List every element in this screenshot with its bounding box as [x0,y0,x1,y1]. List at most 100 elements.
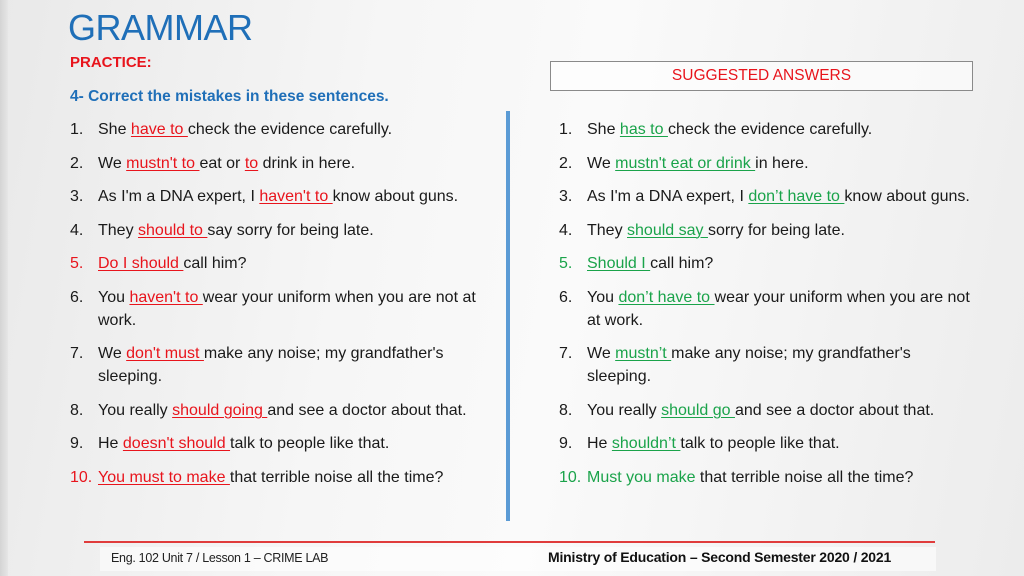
answer-text: You [587,288,619,306]
answer-text: He [587,435,612,452]
answer-number: 8. [559,401,573,419]
answer-number: 5. [559,255,573,272]
correction-highlight: mustn’t [615,345,672,362]
answer-text: in here. [755,154,809,172]
question-number: 8. [70,401,84,419]
answer-number: 3. [559,188,573,205]
answer-text: talk to people like that. [680,435,840,452]
answer-item: 8. You really should go and see a doctor … [559,399,979,422]
answer-item: 3. As I'm a DNA expert, I don’t have to k… [559,185,979,208]
suggested-answers-label: SUGGESTED ANSWERS [671,67,852,84]
answer-item: 1. She has to check the evidence carefull… [559,118,979,141]
answer-number: 2. [559,154,573,172]
question-number: 7. [70,345,84,362]
question-text: He [98,435,123,452]
mistake-highlight: You must to make [98,468,230,486]
question-item: 2. We mustn't to eat or to drink in here. [70,152,500,175]
question-text: say sorry for being late. [207,221,374,239]
question-text: We [98,345,127,362]
correction-highlight: should go [661,401,735,419]
practice-subtitle: PRACTICE: [70,54,152,71]
footer-course-label: Eng. 102 Unit 7 / Lesson 1 – CRIME LAB [111,551,329,565]
answer-item: 5. Should I call him? [559,252,979,275]
question-text: She [98,121,131,138]
answer-item: 4. They should say sorry for being late. [559,219,979,242]
mistake-highlight: Do I should [98,255,184,272]
question-text: and see a doctor about that. [267,401,467,419]
question-item: 7. We don't must make any noise; my grand… [70,342,500,388]
question-number: 1. [70,121,84,138]
correction-highlight: don’t have to [618,288,715,306]
column-divider [506,111,510,521]
answer-text: We [587,345,616,362]
answer-text: You really [587,401,662,419]
answer-item: 6. You don’t have to wear your uniform wh… [559,286,979,332]
question-text: You really [98,401,173,419]
question-item: 4. They should to say sorry for being lat… [70,219,500,242]
question-text: know about guns. [332,188,459,205]
page-title: GRAMMAR [68,7,253,48]
mistake-highlight: haven't to [259,188,333,205]
suggested-answers-header: SUGGESTED ANSWERS [550,61,973,91]
question-text: eat or [199,154,245,172]
footer-ministry-label: Ministry of Education – Second Semester … [548,549,892,565]
answer-text: know about guns. [844,188,970,205]
question-item: 1. She have to check the evidence careful… [70,118,500,141]
answer-text: and see a doctor about that. [734,401,935,419]
answer-text: She [587,121,620,138]
answer-text: check the evidence carefully. [667,121,873,138]
correction-highlight: Should I [587,255,651,272]
mistake-highlight: doesn't should [122,435,231,452]
question-text: drink in here. [258,154,356,172]
correction-highlight: mustn't eat or drink [615,154,756,172]
answer-text: that terrible noise all the time? [695,468,914,486]
mistake-highlight: mustn't to [126,154,200,172]
question-item: 8. You really should going and see a doct… [70,399,500,422]
mistake-highlight: should to [138,221,208,239]
question-item: 5. Do I should call him? [70,252,500,275]
answer-text: We [587,154,616,172]
question-text: We [98,154,127,172]
questions-list: 1. She have to check the evidence careful… [70,118,500,499]
correction-highlight: has to [619,121,668,138]
correction-highlight: Must you make [587,468,696,486]
answer-number: 7. [559,345,573,362]
question-item: 9. He doesn't should talk to people like … [70,432,500,455]
mistake-highlight: should going [172,401,268,419]
answer-text: sorry for being late. [707,221,845,239]
mistake-highlight: have to [130,121,188,138]
question-item: 3. As I'm a DNA expert, I haven't to know… [70,185,500,208]
correction-highlight: should say [627,221,708,239]
mistake-highlight: haven't to [129,288,203,306]
question-text: that terrible noise all the time? [229,468,444,486]
answer-item: 10. Must you make that terrible noise all… [559,466,979,489]
question-number: 4. [70,221,84,239]
question-text: call him? [183,255,247,272]
question-text: talk to people like that. [230,435,390,452]
question-number: 9. [70,435,84,452]
question-text: As I'm a DNA expert, I [98,188,260,205]
answer-number: 10. [559,468,582,486]
slide-left-edge [0,0,8,576]
question-number: 6. [70,288,84,306]
answers-list: 1. She has to check the evidence carefull… [559,118,979,499]
question-text: You [98,288,130,306]
answer-item: 7. We mustn’t make any noise; my grandfat… [559,342,979,388]
question-number: 5. [70,255,84,272]
answer-text: call him? [650,255,714,272]
exercise-instruction: 4- Correct the mistakes in these sentenc… [70,88,389,105]
answer-text: As I'm a DNA expert, I [587,188,749,205]
answer-text: They [587,221,628,239]
answer-number: 6. [559,288,573,306]
answer-item: 2. We mustn't eat or drink in here. [559,152,979,175]
question-text: They [98,221,139,239]
correction-highlight: don’t have to [748,188,845,205]
question-item: 6. You haven't to wear your uniform when … [70,286,500,332]
mistake-highlight: to [244,154,259,172]
question-number: 2. [70,154,84,172]
footer-divider [84,541,935,543]
question-text: check the evidence carefully. [187,121,393,138]
answer-number: 4. [559,221,573,239]
answer-number: 1. [559,121,573,138]
answer-item: 9. He shouldn’t talk to people like that. [559,432,979,455]
